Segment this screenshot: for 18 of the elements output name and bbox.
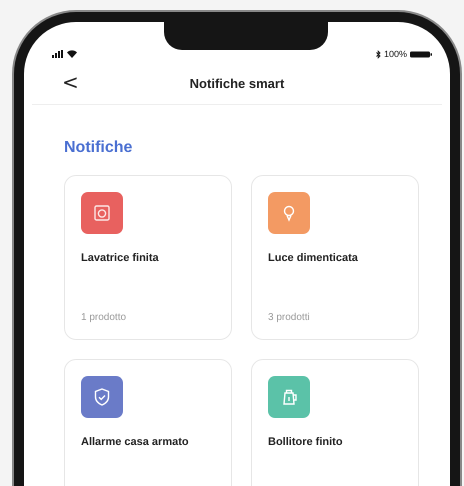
product-count: 1 prodotto bbox=[81, 312, 128, 323]
screen-title: Notifiche smart bbox=[190, 76, 284, 90]
card-title: Lavatrice finita bbox=[81, 252, 160, 264]
notification-card[interactable]: Lavatrice finita 1 prodotto bbox=[64, 175, 232, 340]
card-title: Allarme casa armato bbox=[81, 436, 190, 448]
battery-percentage: 100% bbox=[384, 49, 407, 59]
wifi-icon bbox=[67, 50, 77, 58]
bluetooth-icon bbox=[376, 50, 381, 58]
card-title: Bollitore finito bbox=[268, 436, 344, 448]
notification-card[interactable]: Bollitore finito bbox=[251, 359, 419, 486]
notification-card[interactable]: Luce dimenticata 3 prodotti bbox=[251, 175, 419, 340]
product-count: 3 prodotti bbox=[268, 312, 311, 323]
signal-icon bbox=[52, 50, 64, 58]
section-title: Notifiche bbox=[64, 139, 134, 157]
battery-icon bbox=[410, 50, 432, 58]
back-button[interactable]: < bbox=[62, 70, 79, 94]
notification-card[interactable]: Allarme casa armato bbox=[64, 359, 232, 486]
card-title: Luce dimenticata bbox=[268, 252, 359, 264]
